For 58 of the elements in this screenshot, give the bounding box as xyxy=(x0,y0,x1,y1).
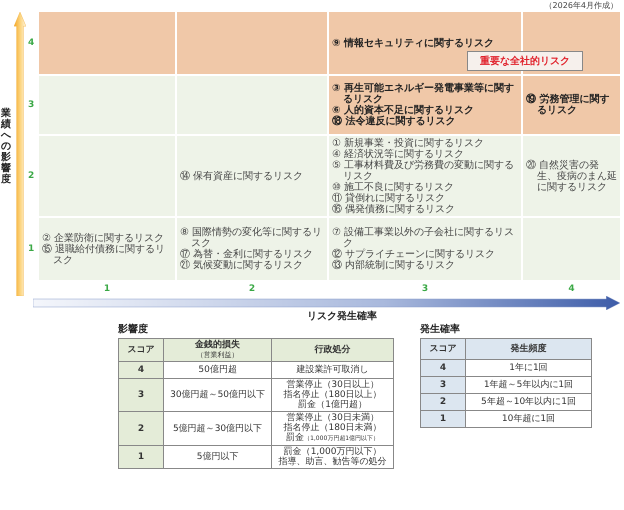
risk-item: ⑦ 設備工事業以外の子会社に関するリスク xyxy=(332,227,516,249)
risk-item: ⑳ 自然災害の発生、疫病のまん延に関するリスク xyxy=(526,160,617,192)
risk-item: ⑪ 貸倒れに関するリスク xyxy=(332,192,446,204)
table-cell: 1 xyxy=(420,410,466,428)
y-axis-tick: 4 xyxy=(28,38,36,48)
risk-item: ⑩ 施工不良に関するリスク xyxy=(332,182,456,192)
y-axis-tick: 2 xyxy=(28,171,36,181)
x-axis-tick: 3 xyxy=(422,284,428,294)
table-cell: 50億円超 xyxy=(164,362,272,378)
risk-item: ⑫ サプライチェーンに関するリスク xyxy=(332,249,496,260)
table-cell: 5億円以下 xyxy=(164,446,272,468)
risk-item: ① 新規事業・投資に関するリスク xyxy=(332,138,486,148)
column-header: 行政処分 xyxy=(272,338,394,362)
y-axis-tick: 1 xyxy=(28,244,36,254)
x-axis-tick: 1 xyxy=(104,284,110,294)
column-header: スコア xyxy=(420,338,466,360)
risk-item: ⑬ 内部統制に関するリスク xyxy=(332,260,456,271)
risk-item: ⑭ 保有資産に関するリスク xyxy=(180,170,304,182)
table-cell: 3 xyxy=(420,376,466,394)
column-header: 発生頻度 xyxy=(466,338,592,360)
risk-item: ⑲ 労務管理に関するリスク xyxy=(526,94,610,116)
table-cell: 2 xyxy=(118,412,164,446)
risk-item: ⑥ 人的資本不足に関するリスク xyxy=(332,105,475,116)
table-cell: 4 xyxy=(118,362,164,378)
table-cell: 1年超～5年以内に1回 xyxy=(466,376,592,394)
table-cell: 1年に1回 xyxy=(466,360,592,376)
table-cell: 10年超に1回 xyxy=(466,410,592,428)
table-cell: 5年超～10年以内に1回 xyxy=(466,394,592,410)
callout-label: 重要な全社的リスク xyxy=(467,51,583,71)
table-cell: 2 xyxy=(420,394,466,410)
risk-item: ⑱ 法令違反に関するリスク xyxy=(332,116,456,127)
risk-item: ⑮ 退職給付債務に関するリスク xyxy=(42,244,166,266)
risk-item: ㉑ 気候変動に関するリスク xyxy=(180,260,304,271)
table-cell: 罰金（1,000万円以下） 指導、助言、勧告等の処分 xyxy=(272,446,394,468)
column-header: スコア xyxy=(118,338,164,362)
table-cell: 営業停止（30日以上） 指名停止（180日以上） 罰金（1億円超） xyxy=(272,378,394,412)
risk-item: ⑰ 為替・金利に関するリスク xyxy=(180,249,314,260)
table-cell: 建設業許可取消し xyxy=(272,362,394,378)
x-axis-label: リスク発生確率 xyxy=(307,310,377,324)
risk-item: ② 企業防衛に関するリスク xyxy=(42,232,166,244)
x-axis-tick: 2 xyxy=(248,284,256,294)
table-cell: 30億円超～50億円以下 xyxy=(164,378,272,412)
table-cell: 1 xyxy=(118,446,164,468)
creation-date-note: （2026年4月作成） xyxy=(544,1,618,12)
risk-item: ⑤ 工事材料費及び労務費の変動に関するリスク xyxy=(332,160,516,182)
table-title: 影響度 xyxy=(118,324,149,336)
table-cell: 5億円超～30億円以下 xyxy=(164,412,272,446)
y-axis-label: 業績への影響度 xyxy=(1,108,11,184)
x-axis-tick: 4 xyxy=(568,284,575,294)
risk-item: ⑧ 国際情勢の変化等に関するリスク xyxy=(180,227,324,249)
risk-item: ⑯ 偶発債務に関するリスク xyxy=(332,204,456,214)
risk-item: ⑨ 情報セキュリティに関するリスク xyxy=(332,38,494,48)
y-axis-tick: 3 xyxy=(28,100,36,110)
risk-item: ③ 再生可能エネルギー発電事業等に関するリスク xyxy=(332,83,515,105)
table-cell: 4 xyxy=(420,360,466,376)
table-title: 発生確率 xyxy=(420,324,461,336)
risk-item: ④ 経済状況等に関するリスク xyxy=(332,148,466,160)
table-cell: 3 xyxy=(118,378,164,412)
